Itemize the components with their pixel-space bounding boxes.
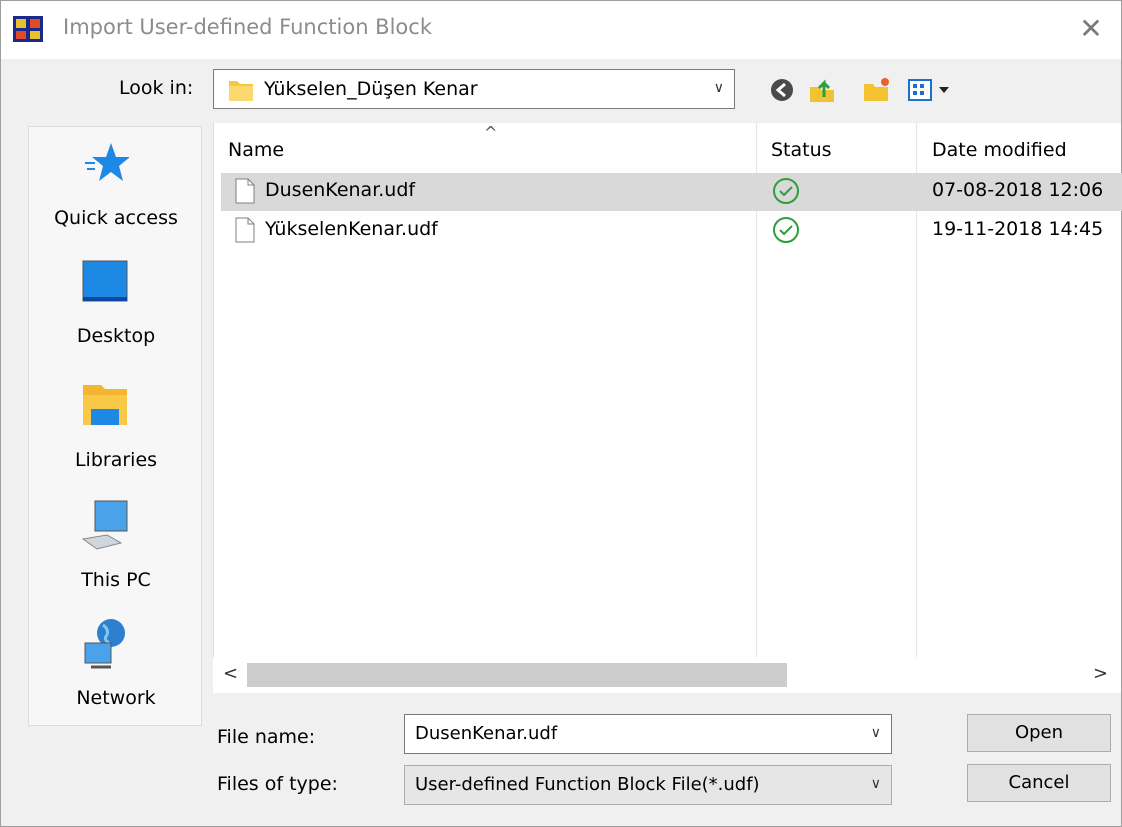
file-name-input[interactable]: DusenKenar.udf	[415, 723, 557, 744]
file-date: 19-11-2018 14:45	[932, 218, 1104, 240]
places-bar: Quick access Desktop Libraries This PC N…	[28, 126, 202, 726]
file-name: YükselenKenar.udf	[265, 218, 438, 240]
cancel-button[interactable]: Cancel	[967, 764, 1111, 802]
view-menu-icon[interactable]	[907, 75, 953, 105]
file-name-combo[interactable]: DusenKenar.udf ∨	[404, 714, 892, 754]
place-network[interactable]: Network	[29, 617, 203, 733]
look-in-label: Look in:	[119, 77, 194, 99]
horizontal-scrollbar[interactable]: < >	[213, 657, 1121, 693]
file-type-label: Files of type:	[217, 773, 338, 795]
desktop-icon	[82, 260, 128, 302]
file-list: ^ Name Status Date modified DusenKenar.u…	[213, 123, 1122, 693]
chevron-down-icon[interactable]: ∨	[871, 776, 881, 792]
sort-indicator: ^	[484, 123, 498, 142]
place-libraries[interactable]: Libraries	[29, 379, 203, 495]
scroll-thumb[interactable]	[247, 663, 787, 687]
up-folder-icon[interactable]	[807, 75, 837, 105]
file-name: DusenKenar.udf	[265, 179, 416, 201]
place-label: Libraries	[74, 449, 158, 471]
import-dialog: Import User-defined Function Block ✕ Loo…	[0, 0, 1122, 827]
new-folder-icon[interactable]	[861, 75, 891, 105]
scroll-right-button[interactable]: >	[1093, 663, 1108, 684]
quick-access-star-icon	[85, 143, 129, 181]
place-desktop[interactable]: Desktop	[29, 255, 203, 371]
app-icon	[13, 16, 43, 42]
this-pc-icon	[81, 500, 128, 550]
folder-icon	[229, 81, 253, 101]
check-circle-icon	[773, 217, 799, 243]
place-label: Network	[76, 687, 156, 709]
window-title: Import User-defined Function Block	[63, 15, 432, 39]
place-quick-access[interactable]: Quick access	[29, 137, 203, 253]
open-button[interactable]: Open	[967, 714, 1111, 752]
file-icon	[235, 217, 255, 243]
column-header-name[interactable]: Name	[228, 139, 284, 161]
chevron-down-icon[interactable]: ∨	[871, 725, 881, 741]
look-in-value: Yükselen_Düşen Kenar	[264, 78, 478, 100]
close-button[interactable]: ✕	[1069, 7, 1113, 51]
column-header-status[interactable]: Status	[771, 139, 832, 161]
title-bar: Import User-defined Function Block ✕	[1, 1, 1121, 59]
place-label: Quick access	[54, 207, 178, 229]
file-type-dropdown[interactable]: User-defined Function Block File(*.udf) …	[404, 765, 892, 805]
file-icon	[235, 178, 255, 204]
file-date: 07-08-2018 12:06	[932, 179, 1104, 201]
libraries-icon	[83, 385, 127, 425]
file-name-label: File name:	[217, 726, 316, 748]
chevron-down-icon[interactable]: ∨	[714, 80, 724, 96]
file-row-dusenkenar[interactable]: DusenKenar.udf 07-08-2018 12:06	[221, 173, 1122, 211]
check-circle-icon	[773, 178, 799, 204]
place-label: This PC	[81, 569, 151, 591]
file-row-yukselenkenar[interactable]: YükselenKenar.udf 19-11-2018 14:45	[221, 212, 1122, 250]
scroll-left-button[interactable]: <	[223, 663, 238, 684]
place-this-pc[interactable]: This PC	[29, 499, 203, 615]
place-label: Desktop	[76, 325, 156, 347]
look-in-dropdown[interactable]: Yükselen_Düşen Kenar ∨	[213, 69, 735, 109]
column-header-date-modified[interactable]: Date modified	[932, 139, 1067, 161]
back-icon[interactable]	[767, 75, 797, 105]
network-icon	[84, 619, 125, 669]
file-type-value: User-defined Function Block File(*.udf)	[415, 774, 760, 795]
